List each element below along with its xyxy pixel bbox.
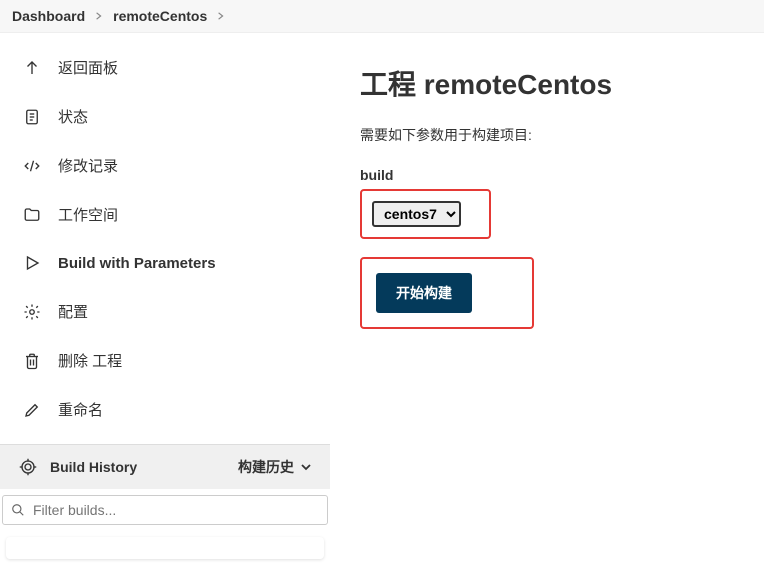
page-subtitle: 需要如下参数用于构建项目: [360,125,764,145]
document-icon [22,107,42,127]
sidebar-item-gear[interactable]: 配置 [0,287,330,336]
sidebar-item-play[interactable]: Build with Parameters [0,239,330,287]
build-history-trend[interactable]: 构建历史 [238,457,312,477]
chevron-right-icon [95,9,103,23]
code-icon [22,156,42,176]
search-icon [11,503,25,517]
sidebar-item-code[interactable]: 修改记录 [0,141,330,190]
arrow-up-icon [22,58,42,78]
breadcrumb-project[interactable]: remoteCentos [113,8,207,24]
build-param-select[interactable]: centos7 [372,201,461,227]
pencil-icon [22,400,42,420]
sidebar-item-trash[interactable]: 删除 工程 [0,336,330,385]
build-history-card [6,537,324,559]
highlight-select-box: centos7 [360,189,491,239]
title-prefix: 工程 [360,69,424,100]
highlight-button-box: 开始构建 [360,257,534,329]
sidebar-item-pencil[interactable]: 重命名 [0,385,330,434]
trend-label: 构建历史 [238,457,294,477]
chevron-right-icon [217,9,225,23]
page-title: 工程 remoteCentos [360,63,764,103]
sidebar-item-label: 修改记录 [58,155,118,176]
sidebar-item-label: Build with Parameters [58,255,216,272]
sidebar-item-label: 状态 [58,106,88,127]
sidebar-item-label: 重命名 [58,399,103,420]
main-content: 工程 remoteCentos 需要如下参数用于构建项目: build cent… [330,33,764,569]
sidebar-item-folder[interactable]: 工作空间 [0,190,330,239]
filter-builds-input[interactable] [33,502,319,518]
sidebar-item-label: 配置 [58,301,88,322]
trash-icon [22,351,42,371]
sidebar-item-label: 删除 工程 [58,350,122,371]
breadcrumb: Dashboard remoteCentos [0,0,764,33]
build-history-header: Build History 构建历史 [0,444,330,489]
play-icon [22,253,42,273]
sidebar-item-label: 返回面板 [58,57,118,78]
sidebar-item-label: 工作空间 [58,204,118,225]
build-history-label: Build History [50,459,137,475]
sidebar-item-arrow-up[interactable]: 返回面板 [0,43,330,92]
title-project-name: remoteCentos [424,69,612,100]
sidebar: 返回面板状态修改记录工作空间 Build with Parameters 配置删除 … [0,33,330,569]
chevron-down-icon [300,461,312,473]
build-button[interactable]: 开始构建 [376,273,472,313]
folder-icon [22,205,42,225]
breadcrumb-dashboard[interactable]: Dashboard [12,8,85,24]
filter-builds-input-wrap[interactable] [2,495,328,525]
target-icon [18,457,38,477]
gear-icon [22,302,42,322]
param-label: build [360,167,764,183]
sidebar-item-document[interactable]: 状态 [0,92,330,141]
